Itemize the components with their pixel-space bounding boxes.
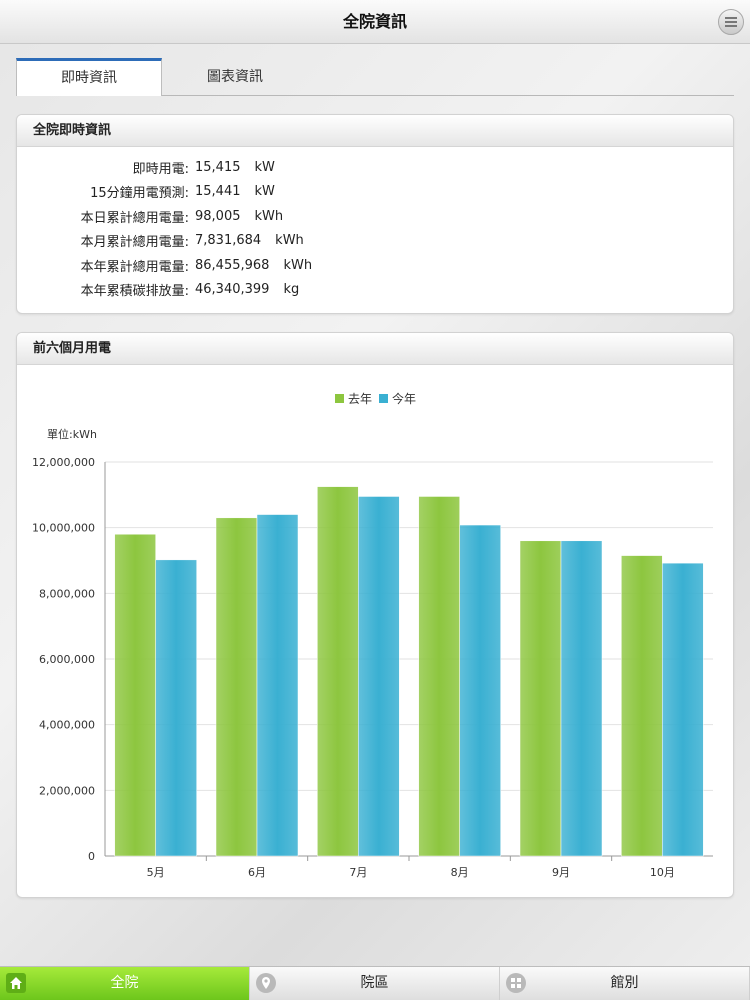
info-row-monthly-total: 本月累計總用電量: 7,831,684 kWh — [17, 229, 733, 254]
page-title: 全院資訊 — [342, 12, 407, 31]
bar-last-year — [114, 533, 156, 857]
legend-label: 今年 — [392, 391, 416, 406]
tab-realtime-info[interactable]: 即時資訊 — [16, 58, 162, 96]
info-unit: kWh — [283, 257, 313, 273]
bar-chart: 0 2,000,000 4,000,000 6,000,000 8,000,000 10,… — [32, 391, 713, 879]
info-unit: kW — [254, 184, 275, 200]
tab-chart-info[interactable]: 圖表資訊 — [162, 58, 308, 96]
legend-swatch — [335, 394, 344, 403]
legend-swatch — [379, 394, 388, 403]
bottom-nav: 全院 院區 館別 — [0, 966, 750, 1000]
info-label: 本月累計總用電量: — [80, 235, 189, 251]
menu-icon[interactable] — [718, 9, 744, 35]
x-tick-label: 9月 — [552, 866, 570, 879]
nav-label: 院區 — [360, 975, 389, 991]
info-row-yearly-carbon: 本年累積碳排放量: 46,340,399 kg — [17, 278, 733, 303]
info-row-yearly-total: 本年累計總用電量: 86,455,968 kWh — [17, 253, 733, 278]
chart-unit-label: 單位:kWh — [47, 427, 97, 441]
info-unit: kWh — [254, 208, 284, 224]
x-tick-label: 5月 — [147, 866, 165, 879]
bar-this-year — [358, 496, 400, 857]
x-tick-label: 6月 — [248, 866, 266, 879]
bar-last-year — [519, 540, 562, 857]
info-row-daily-total: 本日累計總用電量: 98,005 kWh — [17, 204, 733, 229]
info-value: 46,340,399 — [195, 282, 270, 298]
bar-this-year — [662, 562, 704, 857]
info-panel-title: 全院即時資訊 — [17, 115, 733, 147]
y-tick-label: 8,000,000 — [39, 587, 95, 600]
info-label: 即時用電: — [132, 161, 189, 177]
bar-last-year — [215, 517, 258, 857]
app-header: 全院資訊 — [0, 0, 750, 44]
y-tick-label: 4,000,000 — [39, 719, 95, 732]
info-label: 15分鐘用電預測: — [90, 186, 189, 202]
info-label: 本年累計總用電量: — [80, 259, 189, 275]
info-value: 15,415 — [195, 159, 241, 175]
tab-bar: 即時資訊 圖表資訊 — [16, 58, 734, 96]
y-tick-label: 10,000,000 — [32, 522, 95, 535]
grid-icon — [506, 973, 526, 993]
y-tick-label: 6,000,000 — [39, 653, 95, 666]
chart-panel-title: 前六個月用電 — [17, 333, 733, 365]
bar-this-year — [459, 524, 501, 857]
bar-last-year — [418, 496, 460, 857]
info-value: 98,005 — [195, 208, 241, 224]
y-tick-label: 2,000,000 — [39, 784, 95, 797]
info-value: 7,831,684 — [195, 233, 262, 249]
info-unit: kg — [283, 282, 300, 298]
info-label: 本年累積碳排放量: — [80, 284, 189, 300]
info-label: 本日累計總用電量: — [80, 210, 189, 226]
info-row-instant-power: 即時用電: 15,415 kW — [17, 155, 733, 180]
bar-this-year — [155, 559, 197, 857]
info-unit: kW — [254, 159, 275, 175]
home-icon — [6, 973, 26, 993]
info-value: 86,455,968 — [195, 257, 270, 273]
nav-item-campus[interactable]: 院區 — [250, 967, 500, 1000]
info-row-15min-forecast: 15分鐘用電預測: 15,441 kW — [17, 180, 733, 205]
x-tick-label: 10月 — [650, 866, 675, 879]
nav-label: 全院 — [110, 975, 139, 991]
bar-last-year — [317, 486, 359, 857]
info-value: 15,441 — [195, 184, 241, 200]
bar-last-year — [621, 555, 663, 857]
bar-this-year — [560, 540, 603, 857]
info-unit: kWh — [275, 233, 304, 249]
bar-this-year — [256, 514, 299, 857]
monthly-usage-chart-panel: 前六個月用電 0 2,000,000 4,000,000 6,000,000 8,000… — [16, 332, 734, 898]
location-pin-icon — [256, 973, 276, 993]
x-tick-label: 8月 — [451, 866, 469, 879]
y-tick-label: 12,000,000 — [32, 456, 95, 469]
y-tick-label: 0 — [88, 850, 95, 863]
realtime-info-panel: 全院即時資訊 即時用電: 15,415 kW 15分鐘用電預測: 15,441 … — [16, 114, 734, 314]
nav-item-hospital[interactable]: 全院 — [0, 967, 250, 1000]
nav-item-building[interactable]: 館別 — [500, 967, 750, 1000]
x-tick-label: 7月 — [349, 866, 367, 879]
nav-label: 館別 — [610, 975, 639, 991]
legend-label: 去年 — [348, 392, 372, 406]
